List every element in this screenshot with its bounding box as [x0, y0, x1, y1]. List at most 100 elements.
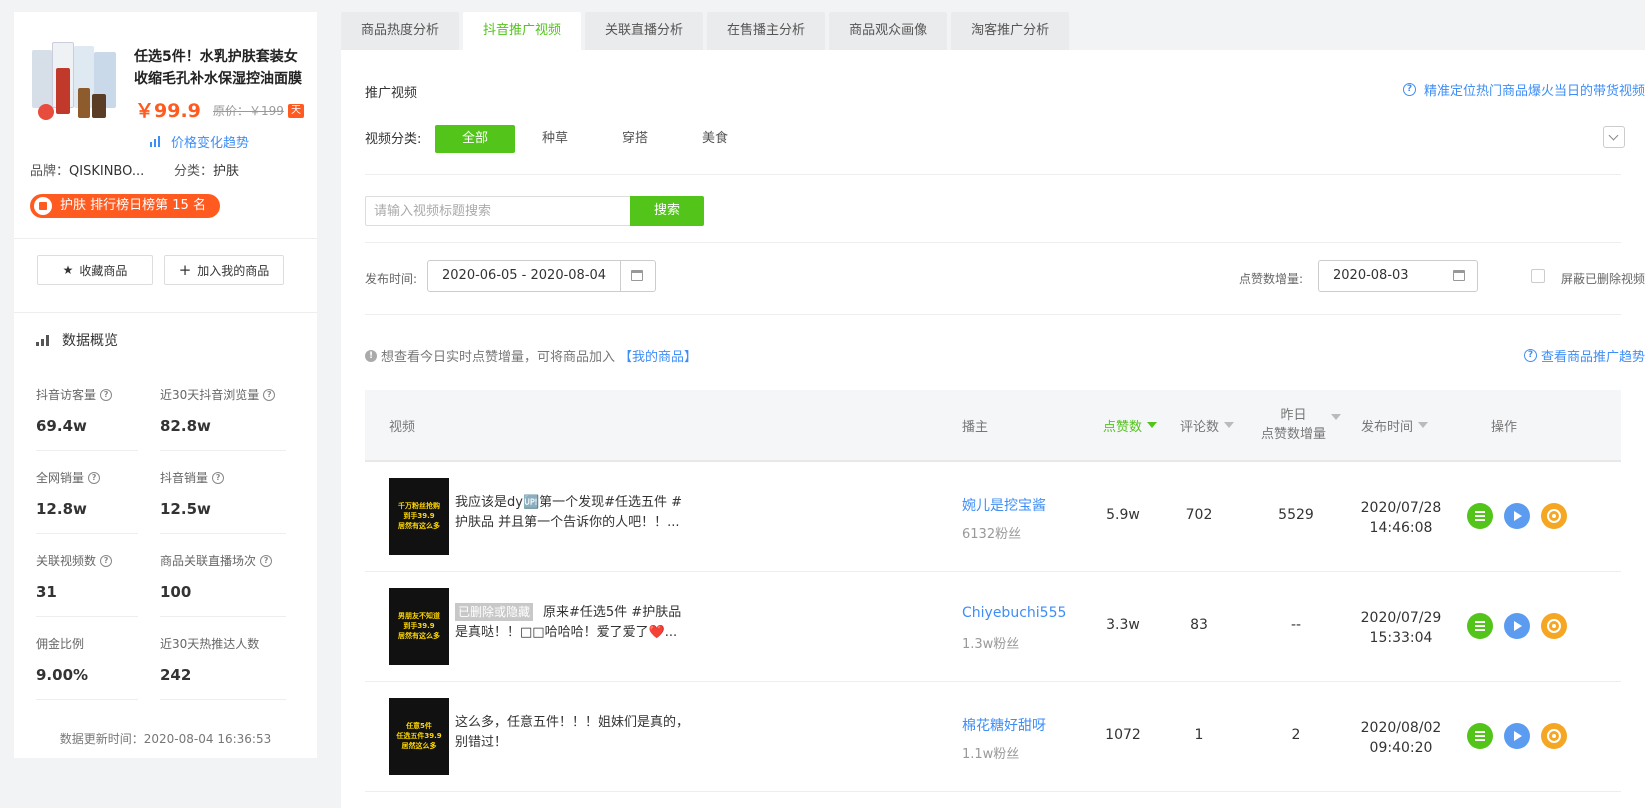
question-icon[interactable]: ?	[263, 388, 276, 401]
detail-icon[interactable]	[1467, 723, 1493, 749]
col-published[interactable]: 发布时间	[1361, 390, 1429, 460]
divider	[14, 312, 317, 313]
product-image[interactable]	[30, 38, 122, 126]
category-filter-label: 视频分类:	[365, 132, 422, 147]
question-icon[interactable]: ?	[260, 554, 273, 567]
tab-host-analysis[interactable]: 在售播主分析	[707, 12, 826, 50]
play-icon[interactable]	[1504, 613, 1530, 639]
video-title[interactable]: 已删除或隐藏 原来#任选5件 #护肤品 是真哒！！□□哈哈哈！爱了爱了❤️...	[455, 603, 693, 643]
tab-douyin-videos[interactable]: 抖音推广视频	[463, 12, 582, 50]
hot-video-hint-link[interactable]: ? 精准定位热门商品爆火当日的带货视频	[1402, 80, 1645, 99]
thumb-text: 男朋友不知道	[398, 612, 440, 620]
stat-value: 242	[160, 666, 192, 684]
host-name[interactable]: 婉儿是挖宝酱	[962, 495, 1046, 515]
brand-value: QISKINBO...	[69, 164, 145, 179]
video-title[interactable]: 这么多，任意五件！！！姐妹们是真的，别错过！	[455, 713, 693, 753]
calendar-icon	[1453, 270, 1465, 281]
my-products-link[interactable]: 【我的商品】	[619, 346, 697, 365]
video-search-input[interactable]	[365, 196, 630, 226]
stat-label: 抖音访客量	[36, 388, 97, 402]
host-name[interactable]: 棉花糖好甜呀	[962, 715, 1046, 735]
detail-icon[interactable]	[1467, 613, 1493, 639]
yesterday-likes: 2	[1291, 727, 1301, 743]
play-icon[interactable]	[1504, 503, 1530, 529]
hide-deleted-label[interactable]: 屏蔽已删除视频	[1561, 270, 1645, 287]
stat-douyin-sales: 抖音销量? 12.5w	[160, 469, 284, 518]
question-icon[interactable]: ?	[88, 471, 101, 484]
video-thumbnail[interactable]: 男朋友不知道 到手39.9 居然有这么多	[389, 588, 449, 665]
question-icon[interactable]: ?	[100, 388, 113, 401]
col-actions: 操作	[1491, 419, 1518, 435]
favorite-button[interactable]: ★ 收藏商品	[37, 255, 153, 285]
video-thumbnail[interactable]: 任意5件 任选五件39.9 居然这么多	[389, 698, 449, 775]
category-food[interactable]: 美食	[675, 125, 755, 153]
promotion-trend-link[interactable]: ? 查看商品推广趋势	[1523, 346, 1645, 365]
video-title-text: 我应该是dy🆙第一个发现#任选五件 #护肤品 并且第一个告诉你的人吧！！...	[455, 495, 683, 530]
category-all[interactable]: 全部	[435, 125, 515, 153]
tab-heat-analysis[interactable]: 商品热度分析	[341, 12, 460, 50]
stat-label: 近30天抖音浏览量	[160, 388, 260, 402]
col-likes-label: 点赞数	[1103, 419, 1143, 435]
question-icon[interactable]: ?	[212, 471, 225, 484]
sort-down-icon	[1331, 414, 1342, 420]
stat-value: 82.8w	[160, 417, 211, 435]
col-likes[interactable]: 点赞数	[1103, 390, 1158, 460]
stat-label: 关联视频数	[36, 554, 97, 568]
question-icon[interactable]: ?	[100, 554, 113, 567]
video-thumbnail[interactable]: 千万粉丝抢购 到手39.9 居然有这么多	[389, 478, 449, 555]
stat-value: 12.8w	[36, 500, 87, 518]
add-to-my-products-button[interactable]: + 加入我的商品	[164, 255, 284, 285]
col-video: 视频	[389, 419, 416, 435]
calendar-icon	[631, 270, 643, 281]
col-yesterday-likes[interactable]: 昨日 点赞数增量	[1261, 390, 1342, 460]
thumb-text: 到手39.9	[403, 512, 435, 520]
add-mine-label: 加入我的商品	[197, 263, 270, 278]
tab-taoke-analysis[interactable]: 淘客推广分析	[951, 12, 1070, 50]
category-value: 护肤	[213, 164, 240, 179]
section-title: 推广视频	[365, 86, 418, 101]
table-row: 男朋友不知道 到手39.9 居然有这么多 已删除或隐藏 原来#任选5件 #护肤品 …	[365, 572, 1621, 682]
col-comments[interactable]: 评论数	[1180, 390, 1235, 460]
search-button[interactable]: 搜索	[630, 196, 704, 226]
thumb-text: 到手39.9	[403, 622, 435, 630]
detail-icon[interactable]	[1467, 503, 1493, 529]
play-icon[interactable]	[1504, 723, 1530, 749]
video-title[interactable]: 我应该是dy🆙第一个发现#任选五件 #护肤品 并且第一个告诉你的人吧！！...	[455, 493, 693, 533]
product-title[interactable]: 任选5件！水乳护肤套装女 收缩毛孔补水保湿控油面膜	[134, 46, 304, 90]
publish-date-range[interactable]: 2020-06-05 - 2020-08-04	[427, 260, 656, 292]
stat-value: 12.5w	[160, 500, 211, 518]
target-icon[interactable]	[1541, 503, 1567, 529]
target-icon[interactable]	[1541, 613, 1567, 639]
category-seeding[interactable]: 种草	[515, 125, 595, 153]
product-title-line2: 收缩毛孔补水保湿控油面膜	[134, 71, 302, 87]
info-icon: !	[365, 349, 377, 362]
col-published-label: 发布时间	[1361, 419, 1414, 435]
price-trend-link[interactable]: 价格变化趋势	[150, 132, 249, 151]
host-name[interactable]: Chiyebuchi555	[962, 605, 1066, 621]
likes-count: 5.9w	[1106, 507, 1140, 523]
divider	[36, 533, 138, 534]
likes-increment-date[interactable]: 2020-08-03	[1318, 260, 1478, 292]
publish-datetime: 2020/07/29 15:33:04	[1357, 608, 1445, 648]
category-outfit[interactable]: 穿搭	[595, 125, 675, 153]
host-fans: 6132粉丝	[962, 527, 1022, 542]
main-panel: 推广视频 ? 精准定位热门商品爆火当日的带货视频 视频分类: 全部 种草 穿搭 …	[341, 50, 1645, 808]
video-title-text: 这么多，任意五件！！！姐妹们是真的，别错过！	[455, 715, 690, 750]
rank-badge[interactable]: 护肤 排行榜日榜第 15 名	[30, 194, 220, 218]
platform-badge: 天	[288, 104, 304, 118]
rank-bag-icon	[34, 197, 52, 215]
tab-live-analysis[interactable]: 关联直播分析	[585, 12, 704, 50]
publish-date: 2020/08/02	[1360, 720, 1442, 736]
tab-audience-profile[interactable]: 商品观众画像	[829, 12, 948, 50]
target-icon[interactable]	[1541, 723, 1567, 749]
likes-increment-label: 点赞数增量:	[1239, 272, 1304, 286]
overview-title-text: 数据概览	[62, 333, 118, 349]
chevron-down-icon[interactable]	[1603, 126, 1625, 148]
hide-deleted-checkbox[interactable]	[1531, 269, 1545, 283]
host-fans: 1.3w粉丝	[962, 637, 1020, 652]
analysis-tabs: 商品热度分析 抖音推广视频 关联直播分析 在售播主分析 商品观众画像 淘客推广分…	[341, 12, 1070, 50]
plus-icon: +	[178, 261, 192, 279]
hint-link-text: 精准定位热门商品爆火当日的带货视频	[1423, 84, 1645, 99]
rank-text: 护肤 排行榜日榜第 15 名	[60, 198, 206, 213]
chart-icon	[36, 334, 52, 346]
